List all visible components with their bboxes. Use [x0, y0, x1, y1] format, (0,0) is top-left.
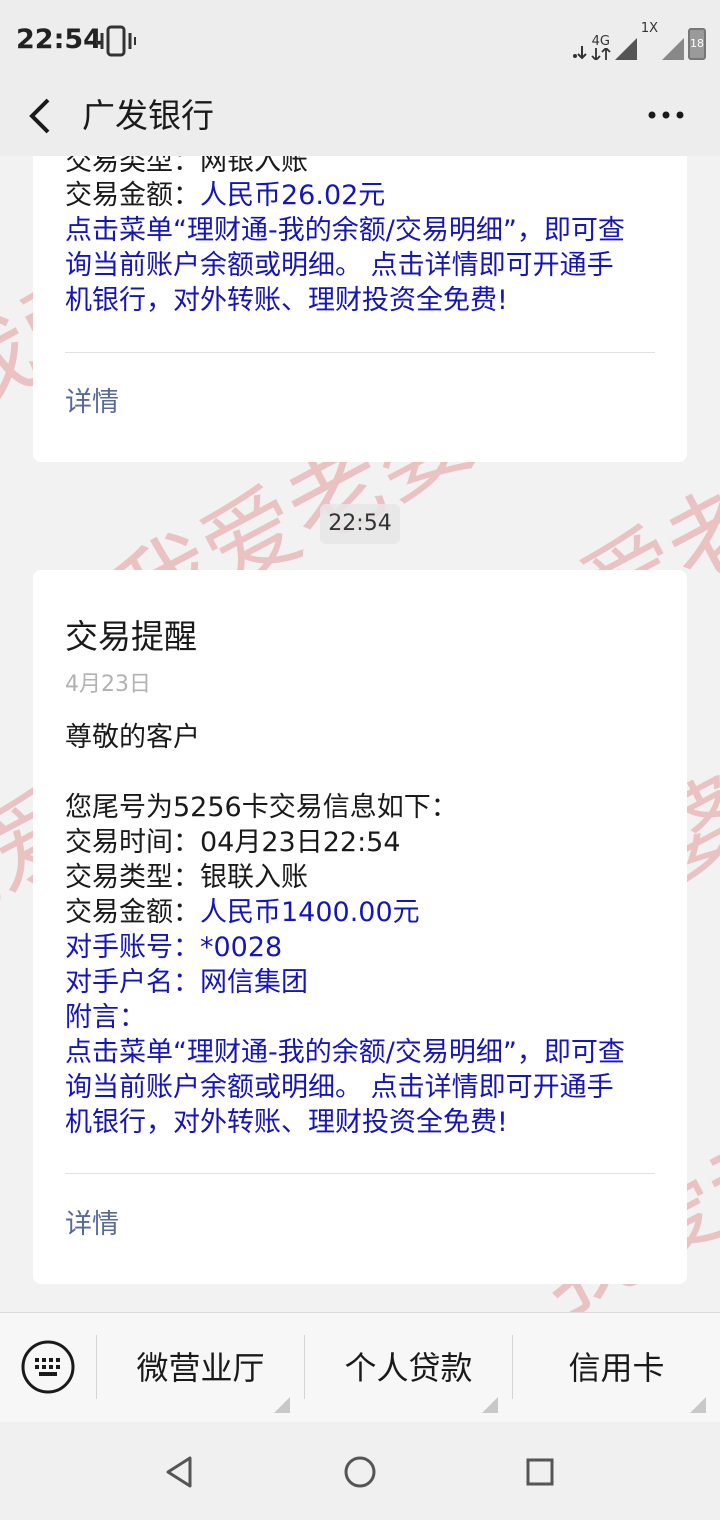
- note-line: 点击菜单“理财通-我的余额/交易明细”，即可查: [65, 1037, 625, 1068]
- submenu-corner-icon: [482, 1397, 498, 1413]
- name-value: 网信集团: [200, 967, 308, 998]
- menu-item-label: 信用卡: [568, 1349, 665, 1387]
- menu-item-credit-card[interactable]: 信用卡: [513, 1313, 720, 1423]
- account-label: 对手账号：: [65, 932, 200, 963]
- type-line: 交易类型：网银入账: [65, 156, 308, 177]
- nav-back-icon[interactable]: [160, 1452, 200, 1492]
- network-type: 4G: [591, 34, 610, 49]
- mobile-data-icon: [572, 46, 587, 60]
- bottom-menu: 微营业厅 个人贷款 信用卡: [0, 1312, 720, 1422]
- name-label: 对手户名：: [65, 967, 200, 998]
- timestamp: 22:54: [320, 504, 400, 544]
- type-value: 银联入账: [200, 862, 308, 893]
- message-card[interactable]: 交易类型：网银入账 交易金额：人民币26.02元 点击菜单“理财通-我的余额/交…: [33, 156, 687, 462]
- chat-area[interactable]: 我爱老婆 我爱老婆 我爱老婆 我爱老婆 我爱老婆 我爱老婆 我爱老婆 我爱老婆 …: [0, 156, 720, 1312]
- submenu-corner-icon: [690, 1397, 706, 1413]
- battery-icon: 18: [688, 28, 706, 60]
- amount-line: 交易金额：人民币1400.00元: [65, 895, 420, 930]
- data-arrows-icon: [591, 48, 611, 60]
- menu-item-wei-yingye[interactable]: 微营业厅: [97, 1313, 304, 1423]
- amount-label: 交易金额：: [65, 180, 200, 211]
- type-label: 交易类型：: [65, 862, 200, 893]
- card-date: 4月23日: [65, 672, 151, 697]
- title-bar: 广发银行: [0, 80, 720, 156]
- amount-value: 人民币26.02元: [200, 180, 386, 211]
- nav-home-icon[interactable]: [340, 1452, 380, 1492]
- battery-level: 18: [690, 37, 704, 50]
- detail-link[interactable]: 详情: [65, 380, 119, 419]
- memo-line: 附言：: [65, 1002, 146, 1033]
- amount-label: 交易金额：: [65, 897, 200, 928]
- signal-icon-2: [662, 38, 684, 60]
- nav-recents-icon[interactable]: [520, 1452, 560, 1492]
- amount-line: 交易金额：人民币26.02元: [65, 178, 385, 213]
- note-line: 机银行，对外转账、理财投资全免费!: [65, 1107, 508, 1138]
- greeting: 尊敬的客户: [65, 722, 200, 753]
- note-line: 询当前账户余额或明细。 点击详情即可开通手: [65, 250, 614, 281]
- detail-link[interactable]: 详情: [65, 1202, 119, 1241]
- note-line: 询当前账户余额或明细。 点击详情即可开通手: [65, 1072, 614, 1103]
- amount-value: 人民币1400.00元: [200, 897, 420, 928]
- account-line: 对手账号：*0028: [65, 930, 282, 965]
- menu-item-label: 个人贷款: [344, 1349, 473, 1387]
- time-line: 交易时间：04月23日22:54: [65, 825, 401, 860]
- back-arrow-icon[interactable]: [22, 92, 62, 140]
- page-title: 广发银行: [82, 96, 214, 135]
- name-line: 对手户名：网信集团: [65, 965, 308, 1000]
- type-line: 交易类型：银联入账: [65, 860, 308, 895]
- submenu-corner-icon: [274, 1397, 290, 1413]
- time-value: 04月23日22:54: [200, 827, 401, 858]
- card-title: 交易提醒: [65, 617, 197, 656]
- note-line: 机银行，对外转账、理财投资全免费!: [65, 285, 508, 316]
- system-nav-bar: [0, 1422, 720, 1520]
- status-bar: 22:54 4G 1X 18: [0, 0, 720, 80]
- status-time: 22:54: [16, 24, 102, 55]
- note-line: 点击菜单“理财通-我的余额/交易明细”，即可查: [65, 215, 625, 246]
- card-divider: [65, 352, 655, 353]
- menu-item-label: 微营业厅: [136, 1349, 265, 1387]
- keyboard-toggle-icon[interactable]: [20, 1339, 76, 1395]
- status-indicators: 4G 1X 18: [571, 22, 706, 60]
- sim-type: 1X: [640, 21, 658, 36]
- vibrate-icon: [96, 25, 136, 57]
- message-card[interactable]: 交易提醒 4月23日 尊敬的客户 您尾号为5256卡交易信息如下： 交易时间：0…: [33, 570, 687, 1284]
- more-icon[interactable]: [646, 108, 686, 122]
- intro-line: 您尾号为5256卡交易信息如下：: [65, 792, 458, 823]
- menu-item-personal-loan[interactable]: 个人贷款: [305, 1313, 512, 1423]
- account-value: *0028: [200, 932, 283, 963]
- time-label: 交易时间：: [65, 827, 200, 858]
- signal-icon: [614, 38, 637, 60]
- card-divider: [65, 1173, 655, 1174]
